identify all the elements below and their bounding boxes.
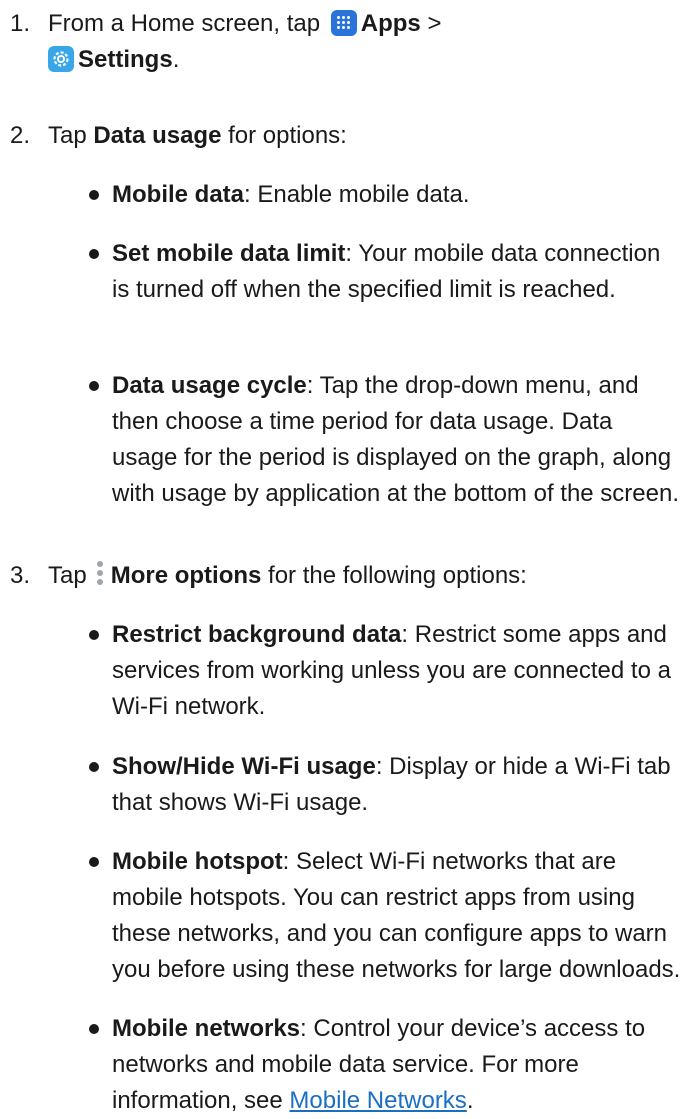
bullet-text: Restrict background data: Restrict some … — [112, 617, 682, 725]
bullet-term: Mobile hotspot — [112, 848, 283, 875]
bullet-term: Restrict background data — [112, 621, 402, 648]
bullet-text: Set mobile data limit: Your mobile data … — [112, 236, 682, 308]
bullet-description: : Enable mobile data. — [244, 181, 470, 208]
bullet-dot — [89, 190, 99, 200]
step-2-pre: Tap — [48, 122, 87, 149]
step-number: 2. — [10, 122, 31, 149]
bullet-text: Mobile data: Enable mobile data. — [112, 177, 682, 213]
mobile-networks-link[interactable]: Mobile Networks — [289, 1087, 466, 1114]
step-3-pre: Tap — [48, 562, 87, 589]
bullet-dot — [89, 762, 99, 772]
step-number: 1. — [10, 10, 31, 37]
step-3-post: for the following options: — [268, 562, 527, 589]
instructions-page: 1. From a Home screen, tap Apps > Settin… — [0, 0, 685, 1114]
bullet-dot — [89, 249, 99, 259]
step-2-post: for options: — [228, 122, 347, 149]
more-options-label: More options — [110, 562, 262, 589]
apps-label: Apps — [360, 10, 421, 37]
bullet-term: Mobile networks — [112, 1015, 301, 1042]
step-text: From a Home screen, tap Apps > Settings. — [48, 6, 678, 78]
bullet-term: Show/Hide Wi-Fi usage — [112, 753, 376, 780]
step-1-separator: > — [427, 10, 442, 37]
step-number: 3. — [10, 562, 31, 589]
bullet-tail: . — [466, 1087, 474, 1114]
bullet-text: Mobile hotspot: Select Wi-Fi networks th… — [112, 844, 682, 988]
bullet-term: Data usage cycle — [112, 372, 307, 399]
step-text: Tap Data usage for options: — [48, 118, 678, 154]
more-options-icon — [95, 559, 105, 587]
step-text: Tap More options for the following option… — [48, 558, 678, 594]
bullet-dot — [89, 630, 99, 640]
bullet-text: Show/Hide Wi-Fi usage: Display or hide a… — [112, 749, 682, 821]
bullet-dot — [89, 1024, 99, 1034]
apps-icon — [330, 10, 357, 36]
data-usage-label: Data usage — [93, 122, 222, 149]
step-1-pre: From a Home screen, tap — [48, 10, 321, 37]
bullet-text: Data usage cycle: Tap the drop-down menu… — [112, 368, 682, 512]
bullet-dot — [89, 381, 99, 391]
bullet-text: Mobile networks: Control your device’s a… — [112, 1011, 682, 1119]
settings-label: Settings — [78, 46, 173, 73]
settings-icon — [48, 46, 74, 72]
bullet-term: Set mobile data limit — [112, 240, 346, 267]
step-1-post: . — [172, 46, 180, 73]
bullet-term: Mobile data — [112, 181, 245, 208]
bullet-dot — [89, 857, 99, 867]
